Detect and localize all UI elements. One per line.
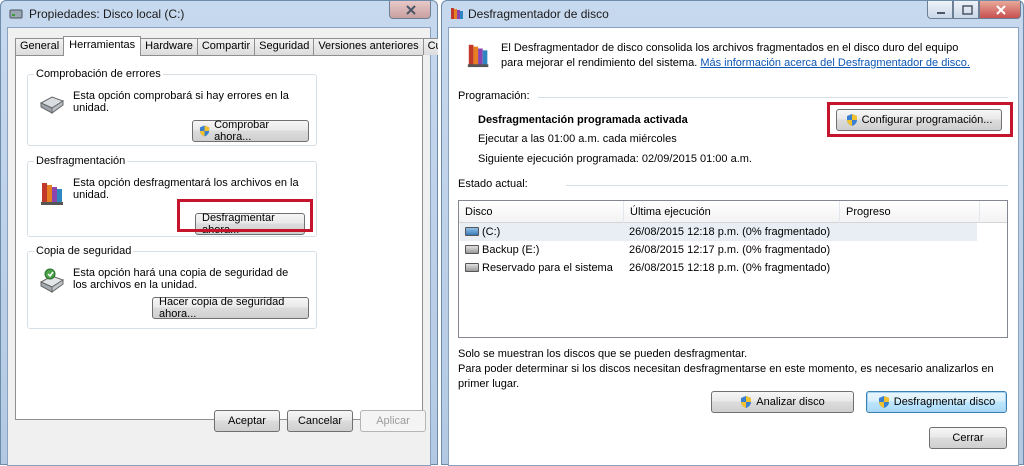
disk-name: Backup (E:) <box>482 244 540 256</box>
highlight-configure-schedule <box>827 102 1013 137</box>
error-check-title: Comprobación de errores <box>34 68 163 80</box>
apply-button[interactable]: Aplicar <box>360 410 426 432</box>
current-state-label: Estado actual: <box>458 178 528 190</box>
schedule-run-at: Ejecutar a las 01:00 a.m. cada miércoles <box>478 133 677 145</box>
schedule-next-run: Siguiente ejecución programada: 02/09/20… <box>478 153 752 165</box>
backup-now-button[interactable]: Hacer copia de seguridad ahora... <box>152 296 309 320</box>
schedule-label: Programación: <box>458 90 530 102</box>
backup-group: Copia de seguridad Esta opción hará una … <box>27 245 317 329</box>
column-last-run[interactable]: Última ejecución <box>624 201 840 223</box>
tools-tab-panel: Comprobación de errores Esta opción comp… <box>15 55 423 420</box>
check-now-button[interactable]: Comprobar ahora... <box>192 119 309 143</box>
schedule-status: Desfragmentación programada activada <box>478 114 688 126</box>
disk-name: (C:) <box>482 226 501 238</box>
maximize-button[interactable] <box>953 1 979 19</box>
defrag-text: Esta opción desfragmentará los archivos … <box>73 177 299 201</box>
last-run-cell: 26/08/2015 12:18 p.m. (0% fragmentado) <box>629 262 831 274</box>
ok-button[interactable]: Aceptar <box>214 410 280 432</box>
backup-icon <box>39 268 65 293</box>
error-check-group: Comprobación de errores Esta opción comp… <box>27 68 317 146</box>
defrag-large-icon <box>467 44 489 68</box>
disk-name: Reservado para el sistema <box>482 262 613 274</box>
close-icon <box>996 5 1006 15</box>
last-run-cell: 26/08/2015 12:17 p.m. (0% fragmentado) <box>629 244 831 256</box>
properties-title: Propiedades: Disco local (C:) <box>29 7 185 21</box>
maximize-icon <box>962 5 973 15</box>
minimize-button[interactable] <box>927 1 953 19</box>
disk-cell: Reservado para el sistema <box>465 259 613 277</box>
tab-hardware[interactable]: Hardware <box>140 38 198 55</box>
ok-label: Aceptar <box>228 415 266 427</box>
intro-text: El Desfragmentador de disco consolida lo… <box>501 41 981 71</box>
system-drive-icon <box>465 227 479 236</box>
last-run-cell: 26/08/2015 12:18 p.m. (0% fragmentado) <box>629 226 831 238</box>
backup-text: Esta opción hará una copia de seguridad … <box>73 267 289 291</box>
tab-compartir[interactable]: Compartir <box>196 38 256 55</box>
disk-row-c[interactable]: (C:) 26/08/2015 12:18 p.m. (0% fragmenta… <box>460 223 977 241</box>
footer-note-2: Para poder determinar si los discos nece… <box>458 363 994 390</box>
check-now-label: Comprobar ahora... <box>214 119 270 143</box>
disk-row-backup[interactable]: Backup (E:) 26/08/2015 12:17 p.m. (0% fr… <box>460 241 977 259</box>
defrag-title: Desfragmentación <box>34 155 128 167</box>
tab-strip: General Herramientas Hardware Compartir … <box>15 36 462 56</box>
shield-icon <box>741 396 752 408</box>
defrag-icon <box>41 183 63 205</box>
error-check-text: Esta opción comprobará si hay errores en… <box>73 90 289 114</box>
drive-icon <box>9 9 23 19</box>
tab-versiones-anteriores[interactable]: Versiones anteriores <box>313 38 424 55</box>
schedule-separator <box>538 97 1008 98</box>
close-icon <box>406 5 416 15</box>
backup-title: Copia de seguridad <box>34 245 134 257</box>
disk-row-reserved[interactable]: Reservado para el sistema 26/08/2015 12:… <box>460 259 977 277</box>
close-dialog-label: Cerrar <box>952 432 984 444</box>
shield-icon <box>878 396 889 408</box>
defrag-titlebar[interactable]: Desfragmentador de disco <box>442 1 1023 27</box>
more-info-link[interactable]: Más información acerca del Desfragmentad… <box>700 57 970 69</box>
backup-now-label: Hacer copia de seguridad ahora... <box>159 296 285 320</box>
properties-titlebar[interactable]: Propiedades: Disco local (C:) <box>1 1 437 27</box>
hard-drive-icon <box>39 96 65 114</box>
disk-cell: (C:) <box>465 223 500 241</box>
cancel-label: Cancelar <box>297 415 343 427</box>
tab-general[interactable]: General <box>15 38 65 55</box>
tab-herramientas[interactable]: Herramientas <box>63 36 142 56</box>
state-separator <box>566 185 1008 186</box>
disk-list[interactable]: Disco Última ejecución Progreso (C:) 26/… <box>458 200 1008 338</box>
analyze-disk-button[interactable]: Analizar disco <box>711 391 854 413</box>
minimize-icon <box>937 12 945 14</box>
analyze-disk-label: Analizar disco <box>756 396 825 408</box>
disk-cell: Backup (E:) <box>465 241 539 259</box>
defrag-app-icon <box>451 8 463 19</box>
highlight-defrag-now <box>177 199 313 232</box>
disk-list-header: Disco Última ejecución Progreso <box>459 201 1007 223</box>
column-disk[interactable]: Disco <box>459 201 624 223</box>
defrag-title: Desfragmentador de disco <box>468 7 609 21</box>
tab-seguridad[interactable]: Seguridad <box>254 38 315 55</box>
cancel-button[interactable]: Cancelar <box>287 410 353 432</box>
defrag-disk-button[interactable]: Desfragmentar disco <box>866 391 1007 413</box>
properties-client: General Herramientas Hardware Compartir … <box>7 27 462 466</box>
apply-label: Aplicar <box>376 415 410 427</box>
shield-icon <box>199 125 210 137</box>
window-close-button[interactable] <box>979 1 1021 19</box>
footer-note-1: Solo se muestran los discos que se puede… <box>458 348 748 360</box>
drive-icon <box>465 263 479 272</box>
close-dialog-button[interactable]: Cerrar <box>929 427 1007 449</box>
drive-icon <box>465 245 479 254</box>
properties-window: Propiedades: Disco local (C:) General He… <box>0 0 462 466</box>
close-button[interactable] <box>389 1 431 19</box>
defrag-disk-label: Desfragmentar disco <box>893 396 996 408</box>
column-progress[interactable]: Progreso <box>840 201 980 223</box>
